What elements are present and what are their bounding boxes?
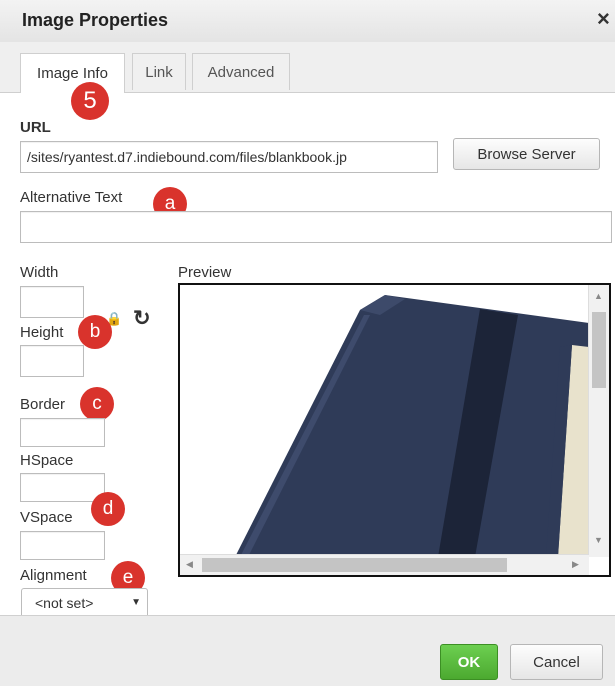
preview-image <box>180 285 589 557</box>
preview-horizontal-scrollbar[interactable]: ◀ ▶ <box>180 554 589 575</box>
tab-link[interactable]: Link <box>132 53 186 90</box>
height-input[interactable] <box>20 345 84 377</box>
alignment-label: Alignment <box>20 567 87 584</box>
alignment-selected-value: <not set> <box>35 595 94 611</box>
close-icon[interactable]: × <box>597 6 610 32</box>
vertical-scroll-thumb[interactable] <box>592 312 606 388</box>
ok-button[interactable]: OK <box>440 644 498 680</box>
alignment-select[interactable]: <not set> ▼ <box>21 588 148 618</box>
border-input[interactable] <box>20 418 105 447</box>
vspace-label: VSpace <box>20 509 73 526</box>
chevron-down-icon: ▼ <box>131 597 141 608</box>
annotation-marker-b: b <box>78 315 112 349</box>
height-label: Height <box>20 324 64 341</box>
scroll-right-icon[interactable]: ▶ <box>572 559 579 570</box>
browse-server-button[interactable]: Browse Server <box>453 138 600 170</box>
scroll-left-icon[interactable]: ◀ <box>186 559 193 570</box>
cancel-button[interactable]: Cancel <box>510 644 603 680</box>
scroll-down-icon[interactable]: ▼ <box>594 535 603 545</box>
preview-vertical-scrollbar[interactable]: ▲ ▼ <box>588 285 609 557</box>
hspace-input[interactable] <box>20 473 105 502</box>
reset-size-icon[interactable]: ↻ <box>133 306 151 331</box>
alt-text-label: Alternative Text <box>20 189 123 206</box>
width-input[interactable] <box>20 286 84 318</box>
horizontal-scroll-thumb[interactable] <box>202 558 507 572</box>
width-label: Width <box>20 264 59 281</box>
preview-pane[interactable]: ▲ ▼ ◀ ▶ <box>178 283 611 577</box>
hspace-label: HSpace <box>20 452 74 469</box>
url-input[interactable]: /sites/ryantest.d7.indiebound.com/files/… <box>20 141 438 173</box>
tab-image-info[interactable]: Image Info <box>20 53 125 93</box>
annotation-marker-5: 5 <box>71 82 109 120</box>
annotation-marker-c: c <box>80 387 114 421</box>
border-label: Border <box>20 396 66 413</box>
tab-advanced[interactable]: Advanced <box>192 53 290 90</box>
url-label: URL <box>20 119 51 136</box>
annotation-marker-d: d <box>91 492 125 526</box>
alt-text-input[interactable] <box>20 211 612 243</box>
dialog-title: Image Properties <box>22 10 169 30</box>
vspace-input[interactable] <box>20 531 105 560</box>
scroll-up-icon[interactable]: ▲ <box>594 291 603 301</box>
preview-label: Preview <box>178 264 232 281</box>
